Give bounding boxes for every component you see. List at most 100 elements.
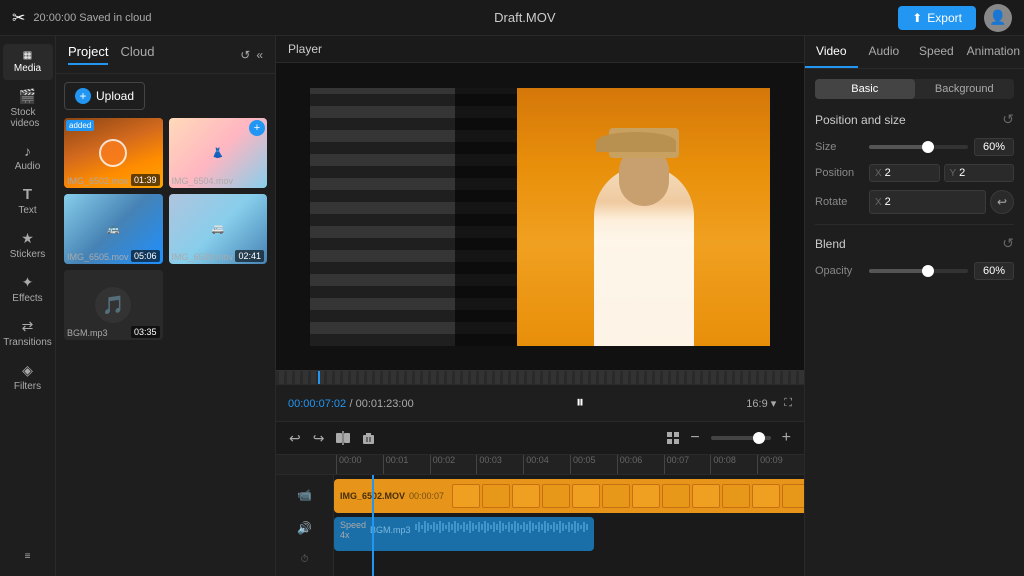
sidebar-item-effects[interactable]: ✦ Effects: [3, 268, 53, 310]
pos-x-label: X: [875, 168, 882, 179]
filters-icon: ◈: [22, 362, 33, 379]
audio-icon: ♪: [24, 143, 31, 159]
video-clip[interactable]: IMG_6502.MOV 00:00:07: [334, 479, 804, 513]
upload-icon: ⬆: [912, 11, 922, 25]
playhead[interactable]: [372, 475, 374, 576]
subtab-background[interactable]: Background: [915, 79, 1015, 99]
list-item[interactable]: 🚐 02:41 IMG_6509.mov: [169, 194, 268, 264]
pos-y-value: 2: [959, 167, 965, 179]
size-label: Size: [815, 141, 863, 153]
undo-button[interactable]: ↩: [286, 427, 304, 450]
zoom-out-button[interactable]: −: [687, 426, 702, 450]
size-slider[interactable]: [869, 145, 968, 149]
rotate-direction-button[interactable]: ↩: [990, 190, 1014, 214]
position-label: Position: [815, 167, 863, 179]
reset-blend-button[interactable]: ↺: [1002, 235, 1014, 252]
rot-x-field[interactable]: X 2: [869, 190, 986, 214]
timeline-tools-left: ↩ ↪: [286, 427, 378, 450]
sidebar-item-stickers[interactable]: ★ Stickers: [3, 224, 53, 266]
playback-time: 00:00:07:02 / 00:01:23:00: [288, 396, 414, 410]
rotate-label: Rotate: [815, 196, 863, 208]
fullscreen-button[interactable]: ⛶: [784, 397, 792, 410]
panel-content: + Upload added 01:39 IMG_6502.mov: [56, 74, 275, 576]
sidebar-item-audio[interactable]: ♪ Audio: [3, 137, 53, 178]
size-row: Size 60%: [815, 138, 1014, 156]
media-name: IMG_6505.mov: [67, 252, 156, 262]
media-name: IMG_6509.mov: [172, 252, 261, 262]
reset-position-button[interactable]: ↺: [1002, 111, 1014, 128]
sidebar-item-stock-videos[interactable]: 🎬 Stock videos: [3, 82, 53, 135]
refresh-icon[interactable]: ↺: [240, 48, 250, 62]
sidebar: ▦ Media 🎬 Stock videos ♪ Audio T Text ★ …: [0, 36, 56, 576]
subtab-basic[interactable]: Basic: [815, 79, 915, 99]
size-value[interactable]: 60%: [974, 138, 1014, 156]
rotate-row: Rotate X 2 ↩: [815, 190, 1014, 214]
video-track-row: IMG_6502.MOV 00:00:07: [334, 479, 804, 513]
tab-video[interactable]: Video: [805, 36, 858, 68]
sidebar-label-audio: Audio: [15, 161, 41, 172]
opacity-row: Opacity 60%: [815, 262, 1014, 280]
pause-button[interactable]: ⏸: [566, 389, 594, 417]
tab-speed[interactable]: Speed: [910, 36, 963, 68]
tab-project[interactable]: Project: [68, 44, 108, 65]
sidebar-label-stickers: Stickers: [10, 249, 46, 260]
tab-audio[interactable]: Audio: [858, 36, 911, 68]
panel-actions: ↺ «: [240, 48, 263, 62]
transitions-icon: ⇄: [22, 318, 34, 335]
pos-x-value: 2: [885, 167, 891, 179]
ruler-mark: 00:00: [336, 455, 383, 474]
effects-icon: ✦: [22, 274, 34, 291]
pos-y-field[interactable]: Y 2: [944, 164, 1015, 182]
stickers-icon: ★: [21, 230, 34, 247]
tab-animation[interactable]: Animation: [963, 36, 1024, 68]
collapse-icon[interactable]: «: [256, 48, 263, 62]
sidebar-item-subtitles[interactable]: ≡: [3, 545, 53, 568]
sidebar-item-text[interactable]: T Text: [3, 180, 53, 222]
scrubber-bar[interactable]: [276, 370, 804, 384]
delete-button[interactable]: [359, 427, 378, 450]
total-time: 00:01:23:00: [356, 398, 414, 410]
sidebar-item-filters[interactable]: ◈ Filters: [3, 356, 53, 398]
list-item[interactable]: 👗 + IMG_6504.mov: [169, 118, 268, 188]
export-button[interactable]: ⬆ Export: [898, 6, 976, 30]
center-area: Player: [276, 36, 804, 576]
sidebar-label-stock: Stock videos: [11, 107, 45, 129]
zoom-in-button[interactable]: +: [779, 426, 794, 450]
sidebar-item-transitions[interactable]: ⇄ Transitions: [3, 312, 53, 354]
pos-x-field[interactable]: X 2: [869, 164, 940, 182]
zoom-slider[interactable]: [711, 436, 771, 440]
split-button[interactable]: [333, 427, 353, 450]
pos-y-label: Y: [950, 168, 957, 179]
audio-track-row: Speed 4x BGM.mp3: [334, 517, 804, 551]
redo-button[interactable]: ↪: [310, 427, 328, 450]
avatar[interactable]: 👤: [984, 4, 1012, 32]
upload-button[interactable]: + Upload: [64, 82, 145, 110]
topbar-title: Draft.MOV: [494, 10, 555, 25]
audio-file-icon: 🎵: [95, 287, 131, 323]
list-item[interactable]: 🚌 05:06 IMG_6505.mov: [64, 194, 163, 264]
sidebar-label-effects: Effects: [12, 293, 42, 304]
media-name: IMG_6504.mov: [172, 176, 261, 186]
audio-track-icon: 🔊: [297, 521, 312, 535]
sidebar-item-media[interactable]: ▦ Media: [3, 44, 53, 80]
position-size-section: Position and size ↺ Size 60% Position: [815, 111, 1014, 214]
added-badge: added: [66, 120, 94, 131]
right-panel: Video Audio Speed Animation Basic Backgr…: [804, 36, 1024, 576]
opacity-value[interactable]: 60%: [974, 262, 1014, 280]
opacity-slider[interactable]: [869, 269, 968, 273]
ruler-mark: 00:02: [430, 455, 477, 474]
add-to-timeline-icon[interactable]: +: [249, 120, 265, 136]
aspect-ratio-selector[interactable]: 16:9 ▾: [746, 397, 776, 410]
timeline: ↩ ↪ − +: [276, 421, 804, 576]
grid-view-button[interactable]: [663, 428, 683, 448]
logo-icon: ✂: [12, 8, 25, 28]
waveform-svg: [415, 520, 588, 534]
list-item[interactable]: 🎵 03:35 BGM.mp3: [64, 270, 163, 340]
timeline-track-area: IMG_6502.MOV 00:00:07: [334, 475, 804, 576]
tab-cloud[interactable]: Cloud: [120, 44, 154, 65]
saved-status: 20:00:00 Saved in cloud: [33, 12, 151, 24]
list-item[interactable]: added 01:39 IMG_6502.mov: [64, 118, 163, 188]
right-panel-tabs: Video Audio Speed Animation: [805, 36, 1024, 69]
topbar-right: ⬆ Export 👤: [898, 4, 1012, 32]
timeline-tools-right: − +: [663, 426, 794, 450]
